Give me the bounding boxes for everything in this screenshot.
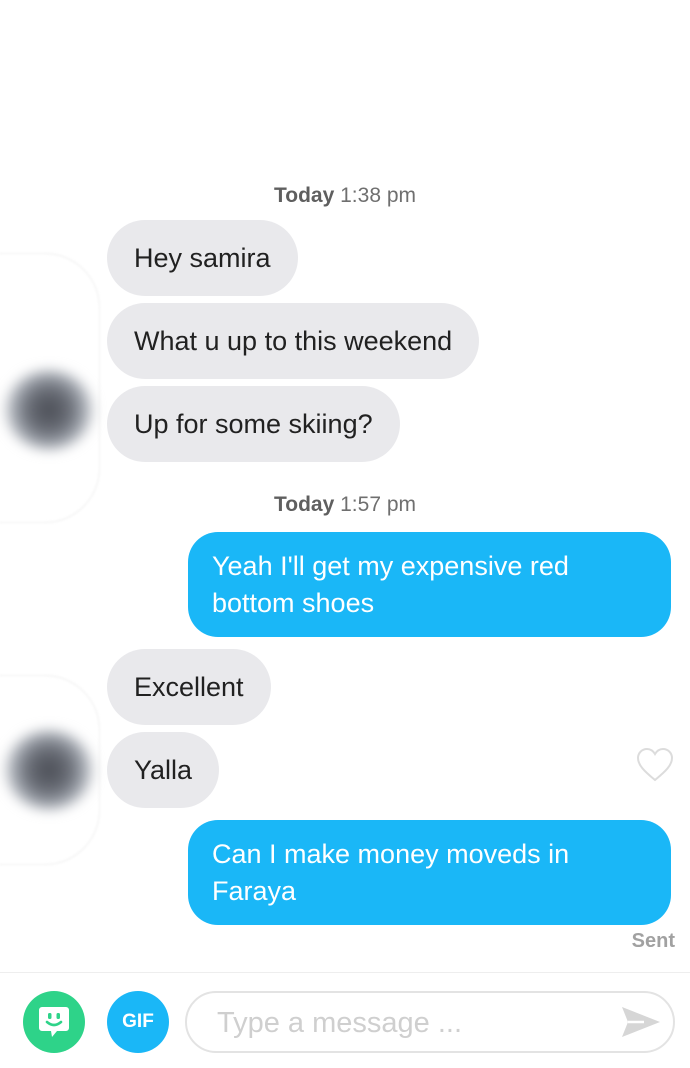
- timestamp-day: Today: [273, 184, 335, 207]
- delivery-status: Sent: [631, 930, 675, 952]
- message-input[interactable]: [215, 993, 599, 1053]
- message-text: Up for some skiing?: [134, 408, 373, 439]
- message-text: Can I make money moveds in Faraya: [212, 838, 570, 906]
- message-text: Yalla: [134, 754, 193, 785]
- received-message[interactable]: Yalla: [107, 732, 220, 808]
- message-text: What u up to this weekend: [134, 325, 453, 356]
- message-input-wrapper: [185, 991, 675, 1053]
- sent-message[interactable]: Yeah I'll get my expensive red bottom sh…: [188, 532, 671, 637]
- like-heart-icon[interactable]: [636, 747, 674, 783]
- received-message[interactable]: Hey samira: [107, 220, 298, 296]
- message-text: Yeah I'll get my expensive red bottom sh…: [212, 550, 569, 618]
- message-text: Excellent: [134, 671, 244, 702]
- contact-avatar[interactable]: [0, 675, 100, 865]
- received-message[interactable]: Up for some skiing?: [107, 386, 400, 462]
- timestamp-time: 1:57 pm: [340, 493, 417, 516]
- contact-avatar[interactable]: [0, 253, 100, 523]
- timestamp-day: Today: [273, 493, 335, 516]
- received-message[interactable]: What u up to this weekend: [107, 303, 480, 379]
- timestamp-1: Today 1:38 pm: [0, 184, 690, 208]
- sticker-button[interactable]: [23, 991, 85, 1053]
- received-message[interactable]: Excellent: [107, 649, 271, 725]
- avatar-image: [4, 730, 94, 810]
- sent-message[interactable]: Can I make money moveds in Faraya: [188, 820, 671, 925]
- message-composer: GIF: [0, 972, 690, 1068]
- timestamp-time: 1:38 pm: [340, 184, 417, 207]
- avatar-image: [4, 370, 94, 450]
- message-text: Hey samira: [134, 242, 271, 273]
- sticker-face-icon: [39, 1007, 69, 1037]
- timestamp-2: Today 1:57 pm: [0, 493, 690, 517]
- send-button[interactable]: [619, 1002, 663, 1042]
- send-arrow-icon: [622, 1007, 660, 1037]
- gif-button[interactable]: GIF: [107, 991, 169, 1053]
